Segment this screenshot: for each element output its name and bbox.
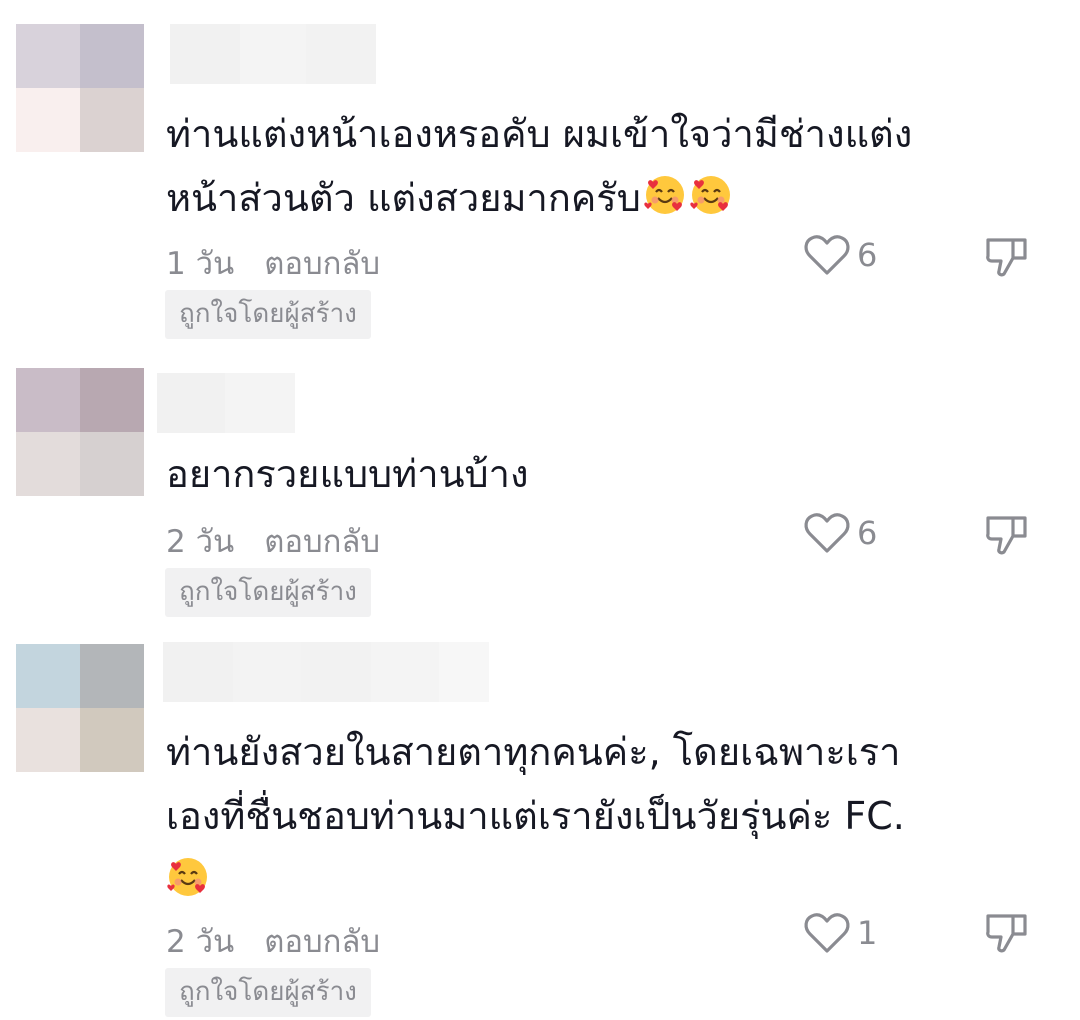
avatar[interactable] — [16, 24, 144, 152]
avatar-tile — [80, 708, 144, 772]
username-redacted[interactable] — [163, 642, 489, 702]
avatar-tile — [80, 24, 144, 88]
smiling-face-with-hearts-icon — [689, 173, 733, 217]
username-redacted[interactable] — [170, 24, 376, 84]
comment-time: 2 วัน — [166, 924, 235, 960]
like-button[interactable]: 6 — [803, 232, 877, 278]
like-count: 6 — [857, 236, 878, 274]
comment-time: 1 วัน — [166, 246, 235, 282]
thumbs-down-outline-icon — [986, 914, 1027, 953]
like-button[interactable]: 6 — [803, 510, 877, 556]
avatar-tile — [16, 432, 80, 496]
dislike-button[interactable] — [984, 234, 1032, 284]
liked-by-creator-badge: ถูกใจโดยผู้สร้าง — [165, 968, 371, 1017]
liked-by-creator-badge: ถูกใจโดยผู้สร้าง — [165, 568, 371, 617]
like-count: 6 — [857, 514, 878, 552]
like-count: 1 — [857, 914, 878, 952]
avatar-tile — [80, 644, 144, 708]
avatar[interactable] — [16, 644, 144, 772]
comment-text: ท่านยังสวยในสายตาทุกคนค่ะ, โดยเฉพาะเรา เ… — [166, 720, 966, 912]
comment-text: อยากรวยแบบท่านบ้าง — [166, 452, 529, 496]
liked-by-creator-badge: ถูกใจโดยผู้สร้าง — [165, 290, 371, 339]
avatar[interactable] — [16, 368, 144, 496]
avatar-tile — [80, 88, 144, 152]
avatar-tile — [16, 708, 80, 772]
reply-button[interactable]: ตอบกลับ — [264, 238, 380, 288]
avatar-tile — [16, 24, 80, 88]
heart-outline-icon — [804, 913, 850, 953]
reply-button[interactable]: ตอบกลับ — [264, 916, 380, 966]
smiling-face-with-hearts-icon — [166, 855, 210, 899]
thumbs-down-outline-icon — [986, 516, 1027, 555]
heart-outline-icon — [804, 235, 850, 275]
avatar-tile — [80, 368, 144, 432]
avatar-tile — [80, 432, 144, 496]
dislike-button[interactable] — [984, 512, 1032, 562]
comment-text: ท่านแต่งหน้าเองหรอคับ ผมเข้าใจว่ามีช่างแ… — [166, 112, 913, 220]
thumbs-down-outline-icon — [986, 238, 1027, 277]
avatar-tile — [16, 644, 80, 708]
username-redacted[interactable] — [157, 373, 295, 433]
smiling-face-with-hearts-icon — [643, 173, 687, 217]
comment-time: 2 วัน — [166, 524, 235, 560]
avatar-tile — [16, 368, 80, 432]
heart-outline-icon — [804, 513, 850, 553]
reply-button[interactable]: ตอบกลับ — [264, 516, 380, 566]
dislike-button[interactable] — [984, 910, 1032, 960]
avatar-tile — [16, 88, 80, 152]
like-button[interactable]: 1 — [803, 910, 877, 956]
